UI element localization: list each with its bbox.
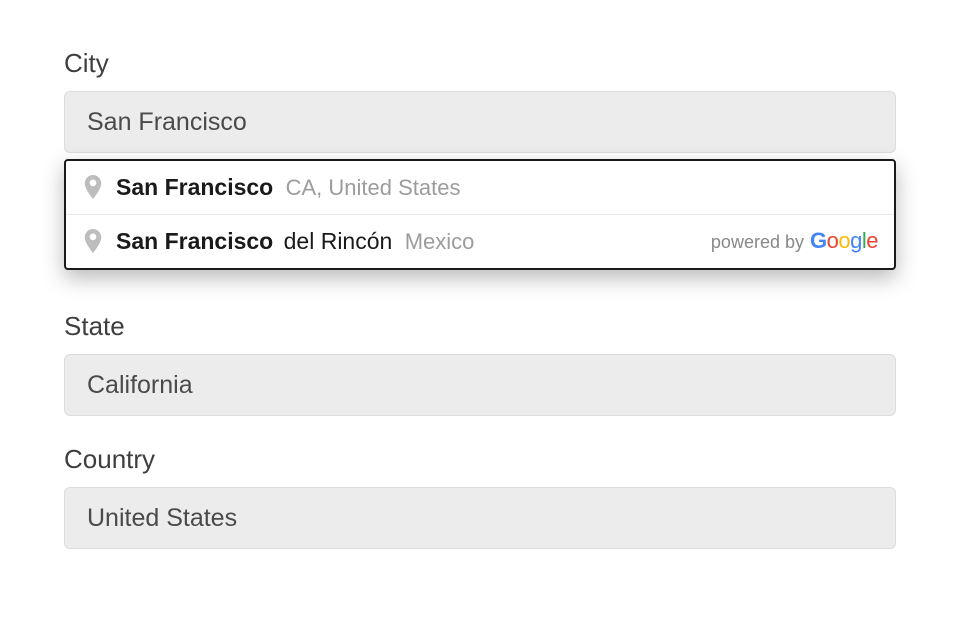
option-match-text: San Francisco (116, 174, 273, 200)
city-field-group: City San Francisco CA, United States San… (64, 48, 896, 153)
map-pin-icon (84, 229, 102, 253)
option-match-text: San Francisco (116, 228, 273, 254)
autocomplete-option[interactable]: San Francisco CA, United States (66, 161, 894, 215)
option-secondary-text: Mexico (405, 229, 475, 254)
autocomplete-option[interactable]: San Francisco del Rincón Mexico powered … (66, 215, 894, 268)
state-label: State (64, 311, 896, 342)
city-input[interactable] (64, 91, 896, 153)
autocomplete-option-text: San Francisco CA, United States (116, 173, 876, 202)
map-pin-icon (84, 175, 102, 199)
country-label: Country (64, 444, 896, 475)
country-input[interactable] (64, 487, 896, 549)
google-logo: Google (810, 228, 878, 254)
powered-by-attribution: powered by Google (711, 228, 878, 254)
state-field-group: State (64, 311, 896, 416)
city-label: City (64, 48, 896, 79)
option-extra-text: del Rincón (284, 228, 393, 254)
option-secondary-text: CA, United States (286, 175, 461, 200)
state-input[interactable] (64, 354, 896, 416)
powered-by-text: powered by (711, 232, 804, 253)
country-field-group: Country (64, 444, 896, 549)
autocomplete-dropdown: San Francisco CA, United States San Fran… (64, 159, 896, 270)
